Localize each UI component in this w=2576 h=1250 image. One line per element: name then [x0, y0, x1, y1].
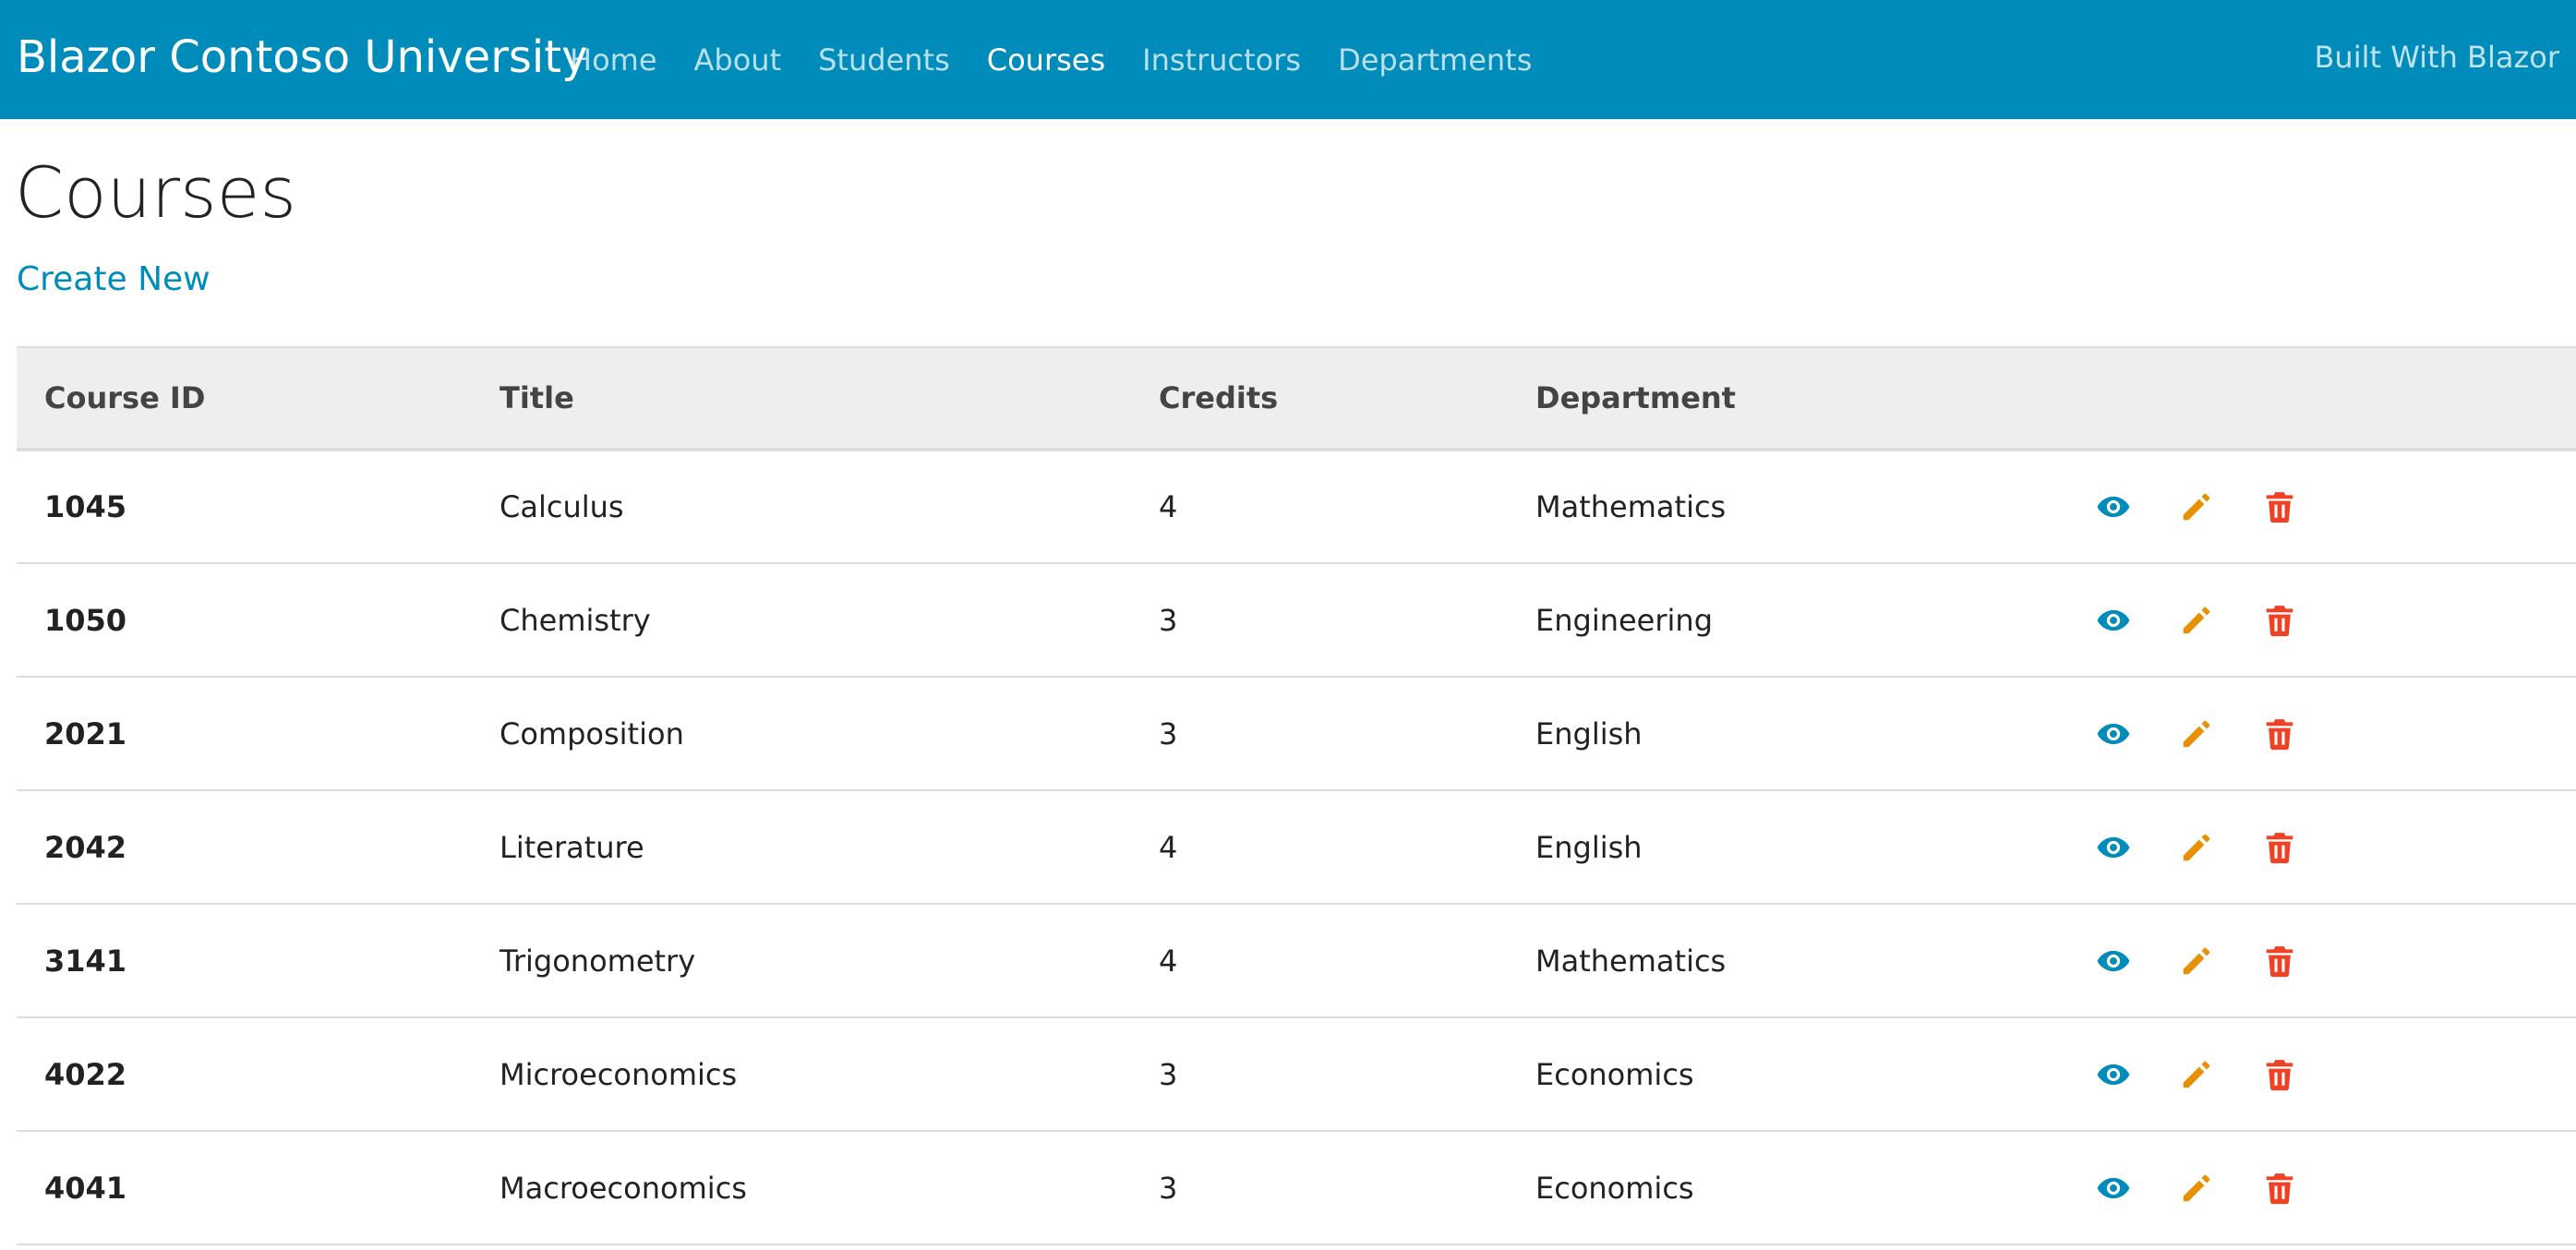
table-row: 4041 Macroeconomics 3 Economics — [17, 1131, 2576, 1245]
brand-link[interactable]: Blazor Contoso University — [17, 0, 588, 119]
course-title-cell: Literature — [472, 790, 1131, 905]
pencil-icon[interactable] — [2179, 1171, 2214, 1206]
table-row: 1045 Calculus 4 Mathematics — [17, 450, 2576, 564]
nav-link-departments[interactable]: Departments — [1338, 42, 1532, 78]
eye-icon[interactable] — [2096, 944, 2131, 979]
row-actions — [2096, 830, 2576, 865]
nav-item-courses: Courses — [987, 42, 1105, 78]
trash-icon[interactable] — [2262, 944, 2297, 979]
main-nav: Home About Students Courses Instructors … — [570, 0, 1532, 119]
course-department-cell: Engineering — [1508, 563, 2068, 678]
pencil-icon[interactable] — [2179, 1057, 2214, 1092]
header-department: Department — [1508, 346, 2068, 451]
course-department-cell: Economics — [1508, 1017, 2068, 1132]
pencil-icon[interactable] — [2179, 716, 2214, 751]
create-new-link[interactable]: Create New — [17, 260, 211, 298]
course-credits-cell: 3 — [1131, 1017, 1508, 1132]
row-actions — [2096, 603, 2576, 638]
nav-link-home[interactable]: Home — [570, 42, 657, 78]
trash-icon[interactable] — [2262, 830, 2297, 865]
course-department-cell: English — [1508, 677, 2068, 791]
pencil-icon[interactable] — [2179, 830, 2214, 865]
header-row: Course ID Title Credits Department — [17, 346, 2576, 451]
row-actions — [2096, 1171, 2576, 1206]
pencil-icon[interactable] — [2179, 603, 2214, 638]
nav-item-home: Home — [570, 42, 657, 78]
course-title-cell: Trigonometry — [472, 904, 1131, 1018]
table-row: 3141 Trigonometry 4 Mathematics — [17, 904, 2576, 1018]
trash-icon[interactable] — [2262, 489, 2297, 524]
header-course-id: Course ID — [17, 346, 472, 451]
header-actions — [2068, 346, 2576, 451]
table-row: 2042 Literature 4 English — [17, 790, 2576, 905]
nav-item-about: About — [694, 42, 782, 78]
nav-link-about[interactable]: About — [694, 42, 782, 78]
course-credits-cell: 3 — [1131, 677, 1508, 791]
row-actions-cell — [2068, 1017, 2576, 1132]
course-title-cell: Chemistry — [472, 563, 1131, 678]
course-id-cell: 1050 — [17, 563, 472, 678]
nav-item-departments: Departments — [1338, 42, 1532, 78]
row-actions-cell — [2068, 450, 2576, 564]
course-credits-cell: 4 — [1131, 450, 1508, 564]
trash-icon[interactable] — [2262, 716, 2297, 751]
course-title-cell: Calculus — [472, 450, 1131, 564]
eye-icon[interactable] — [2096, 716, 2131, 751]
row-actions — [2096, 489, 2576, 524]
course-id-cell: 4041 — [17, 1131, 472, 1245]
pencil-icon[interactable] — [2179, 944, 2214, 979]
eye-icon[interactable] — [2096, 1171, 2131, 1206]
course-id-cell: 3141 — [17, 904, 472, 1018]
row-actions-cell — [2068, 677, 2576, 791]
course-title-cell: Composition — [472, 677, 1131, 791]
course-title-cell: Macroeconomics — [472, 1131, 1131, 1245]
eye-icon[interactable] — [2096, 830, 2131, 865]
table-row: 1050 Chemistry 3 Engineering — [17, 563, 2576, 678]
table-body: 1045 Calculus 4 Mathematics 1050 Chemist… — [17, 450, 2576, 1245]
row-actions-cell — [2068, 1131, 2576, 1245]
trash-icon[interactable] — [2262, 1171, 2297, 1206]
course-title-cell: Microeconomics — [472, 1017, 1131, 1132]
course-id-cell: 2021 — [17, 677, 472, 791]
pencil-icon[interactable] — [2179, 489, 2214, 524]
table-header: Course ID Title Credits Department — [17, 346, 2576, 451]
course-id-cell: 1045 — [17, 450, 472, 564]
course-id-cell: 4022 — [17, 1017, 472, 1132]
nav-item-instructors: Instructors — [1142, 42, 1301, 78]
top-navbar: Blazor Contoso University Home About Stu… — [0, 0, 2576, 119]
header-title: Title — [472, 346, 1131, 451]
row-actions-cell — [2068, 790, 2576, 905]
course-credits-cell: 4 — [1131, 790, 1508, 905]
trash-icon[interactable] — [2262, 603, 2297, 638]
table-row: 4022 Microeconomics 3 Economics — [17, 1017, 2576, 1132]
row-actions — [2096, 1057, 2576, 1092]
row-actions — [2096, 716, 2576, 751]
course-department-cell: Mathematics — [1508, 904, 2068, 1018]
eye-icon[interactable] — [2096, 1057, 2131, 1092]
nav-link-students[interactable]: Students — [818, 42, 950, 78]
courses-table: Course ID Title Credits Department 1045 … — [17, 346, 2576, 1245]
nav-link-instructors[interactable]: Instructors — [1142, 42, 1301, 78]
trash-icon[interactable] — [2262, 1057, 2297, 1092]
course-department-cell: Mathematics — [1508, 450, 2068, 564]
page-title: Courses — [15, 151, 296, 234]
header-credits: Credits — [1131, 346, 1508, 451]
course-credits-cell: 3 — [1131, 563, 1508, 678]
course-credits-cell: 3 — [1131, 1131, 1508, 1245]
course-id-cell: 2042 — [17, 790, 472, 905]
eye-icon[interactable] — [2096, 489, 2131, 524]
built-with-blazor-link[interactable]: Built With Blazor — [2314, 0, 2559, 119]
row-actions — [2096, 944, 2576, 979]
course-credits-cell: 4 — [1131, 904, 1508, 1018]
row-actions-cell — [2068, 563, 2576, 678]
nav-link-courses[interactable]: Courses — [987, 42, 1105, 78]
table-row: 2021 Composition 3 English — [17, 677, 2576, 791]
eye-icon[interactable] — [2096, 603, 2131, 638]
row-actions-cell — [2068, 904, 2576, 1018]
course-department-cell: English — [1508, 790, 2068, 905]
course-department-cell: Economics — [1508, 1131, 2068, 1245]
nav-item-students: Students — [818, 42, 950, 78]
